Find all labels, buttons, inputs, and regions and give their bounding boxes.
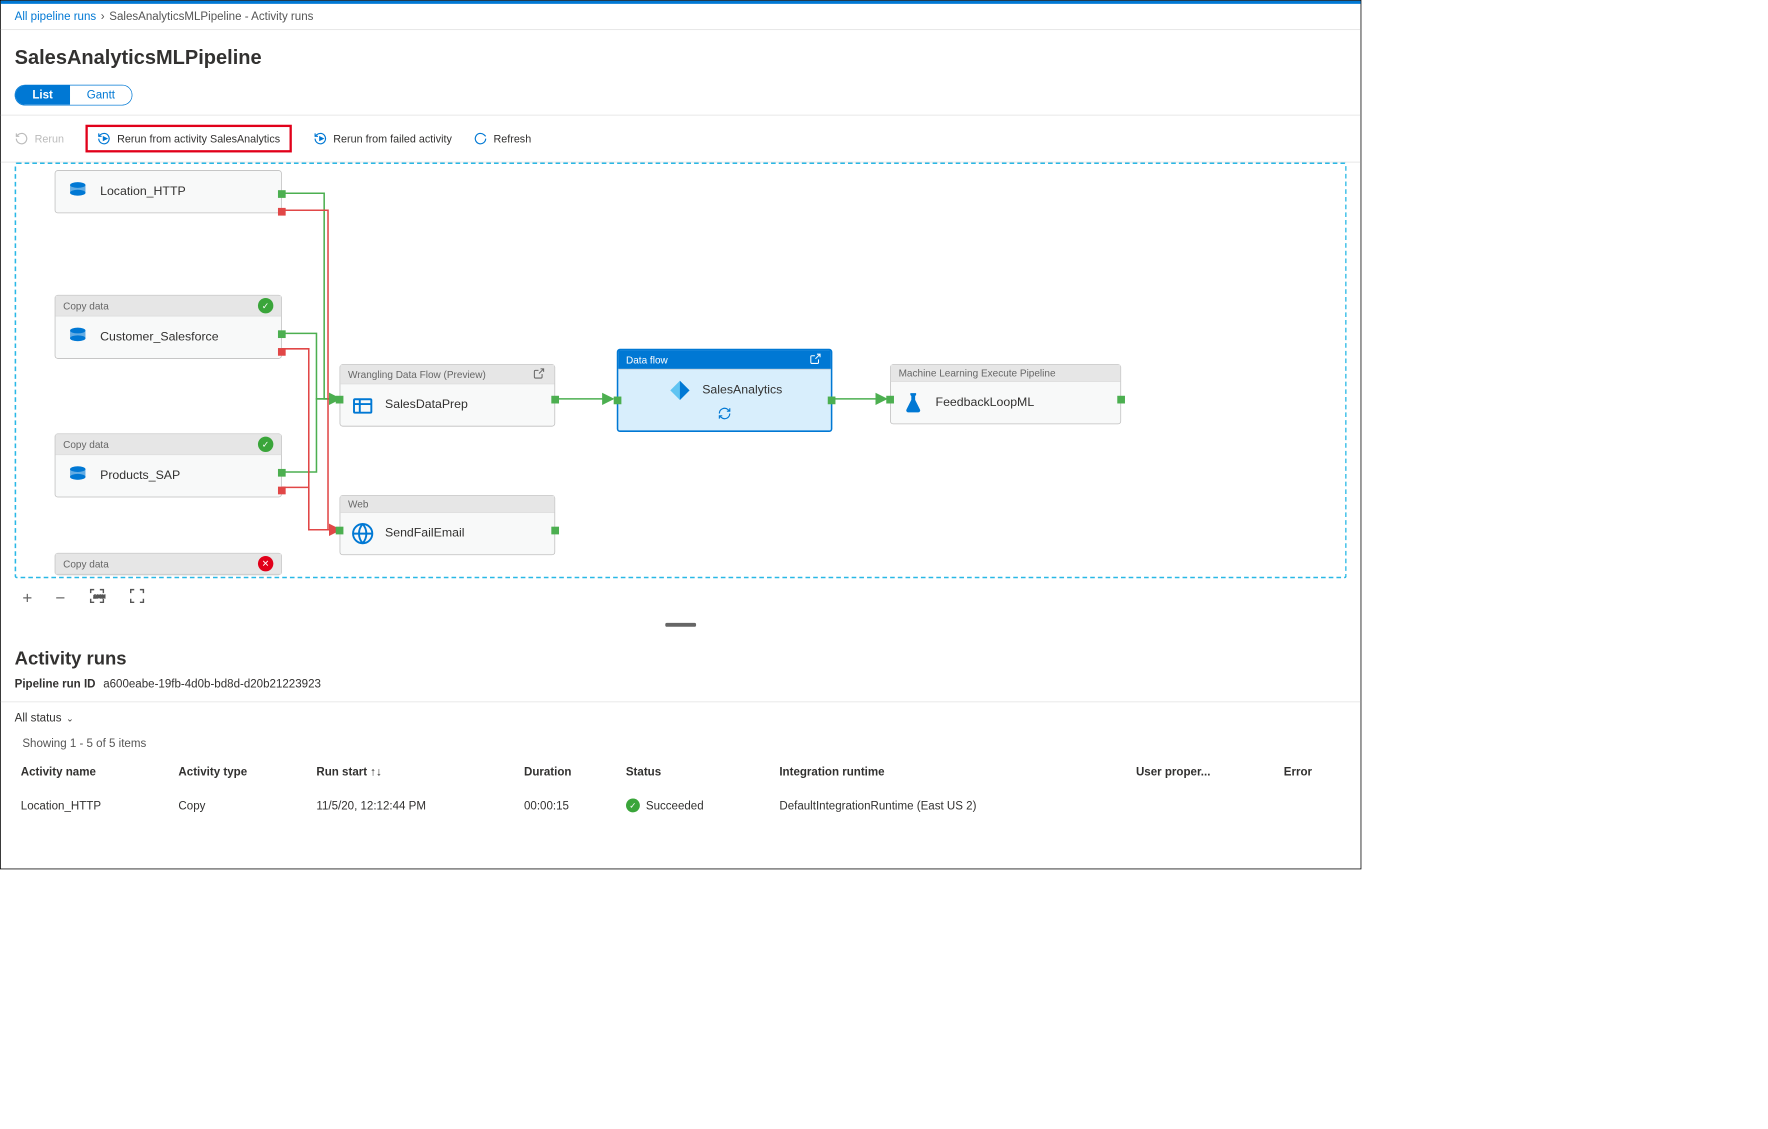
col-activity-name[interactable]: Activity name [15,756,173,788]
database-icon [65,179,91,205]
showing-count: Showing 1 - 5 of 5 items [1,731,1361,756]
node-label: Products_SAP [100,469,180,483]
database-icon [65,463,91,489]
table-row[interactable]: Location_HTTP Copy 11/5/20, 12:12:44 PM … [15,788,1347,823]
refresh-icon [473,132,487,146]
col-run-start[interactable]: Run start ↑↓ [310,756,518,788]
node-label: Customer_Salesforce [100,330,218,344]
breadcrumb-parent-link[interactable]: All pipeline runs [15,10,97,23]
node-feedbackloopml[interactable]: Machine Learning Execute Pipeline Feedba… [890,364,1121,424]
col-status[interactable]: Status [620,756,774,788]
node-customer-salesforce[interactable]: Copy data ✓ Customer_Salesforce [55,295,282,359]
zoom-in-button[interactable]: + [22,588,32,608]
success-icon: ✓ [626,798,640,812]
fullscreen-button[interactable] [128,588,145,610]
rerun-from-activity-button[interactable]: Rerun from activity SalesAnalytics [97,132,280,146]
node-salesdataprep[interactable]: Wrangling Data Flow (Preview) SalesDataP… [340,364,556,426]
node-type-label: Web [348,498,368,510]
node-location-http[interactable]: Location_HTTP [55,170,282,213]
refresh-button[interactable]: Refresh [473,132,531,146]
pipeline-run-id: Pipeline run IDa600eabe-19fb-4d0b-bd8d-d… [1,678,1361,702]
node-products-sap[interactable]: Copy data ✓ Products_SAP [55,434,282,498]
zoom-controls: + − 100% [1,578,1361,618]
node-salesanalytics[interactable]: Data flow SalesAnalytics [617,349,833,432]
rerun-from-failed-icon [313,132,327,146]
col-error[interactable]: Error [1278,756,1347,788]
node-type-label: Wrangling Data Flow (Preview) [348,368,486,380]
col-user-properties[interactable]: User proper... [1130,756,1278,788]
node-type-label: Copy data [63,558,109,570]
activity-runs-heading: Activity runs [15,648,1347,670]
success-status-icon: ✓ [258,437,273,452]
view-toggle: List Gantt [15,85,133,106]
chevron-right-icon: › [101,10,105,23]
highlighted-rerun-from-activity: Rerun from activity SalesAnalytics [86,125,292,153]
success-status-icon: ✓ [258,298,273,313]
node-copy-data-error[interactable]: Copy data ✕ [55,553,282,575]
diamond-icon [667,377,693,403]
col-runtime[interactable]: Integration runtime [773,756,1130,788]
node-type-label: Data flow [626,354,668,366]
flask-icon [900,390,926,416]
error-status-icon: ✕ [258,556,273,571]
rerun-icon [15,132,29,146]
node-label: FeedbackLoopML [936,396,1035,410]
sync-icon [718,407,732,423]
node-label: SalesDataPrep [385,398,468,412]
open-external-icon[interactable] [533,367,547,381]
chevron-down-icon: ⌄ [66,713,74,724]
node-sendfailemail[interactable]: Web SendFailEmail [340,495,556,555]
open-external-icon[interactable] [809,353,823,367]
status-filter[interactable]: All status ⌄ [1,701,1361,730]
table-icon [350,392,376,418]
rerun-button[interactable]: Rerun [15,132,64,146]
activity-runs-table: Activity name Activity type Run start ↑↓… [15,756,1347,823]
pipeline-canvas[interactable]: Location_HTTP Copy data ✓ Customer_Sales… [15,162,1347,578]
database-icon [65,324,91,350]
node-type-label: Copy data [63,439,109,451]
node-type-label: Machine Learning Execute Pipeline [899,367,1056,379]
zoom-out-button[interactable]: − [55,588,65,608]
rerun-from-activity-icon [97,132,111,146]
node-label: SalesAnalytics [702,383,782,397]
zoom-fit-button[interactable]: 100% [88,588,105,610]
toolbar: Rerun Rerun from activity SalesAnalytics… [1,115,1361,163]
node-type-label: Copy data [63,300,109,312]
node-label: Location_HTTP [100,185,186,199]
rerun-from-failed-button[interactable]: Rerun from failed activity [313,132,452,146]
node-label: SendFailEmail [385,527,464,541]
globe-icon [350,521,376,547]
sort-icon: ↑↓ [370,765,382,778]
svg-text:100%: 100% [93,594,105,600]
tab-gantt[interactable]: Gantt [70,85,132,104]
breadcrumb-current: SalesAnalyticsMLPipeline - Activity runs [109,10,313,23]
breadcrumb: All pipeline runs › SalesAnalyticsMLPipe… [1,4,1361,29]
tab-list[interactable]: List [15,85,69,104]
col-activity-type[interactable]: Activity type [172,756,310,788]
page-title: SalesAnalyticsMLPipeline [15,45,1347,69]
col-duration[interactable]: Duration [518,756,620,788]
resize-handle[interactable] [665,623,696,627]
